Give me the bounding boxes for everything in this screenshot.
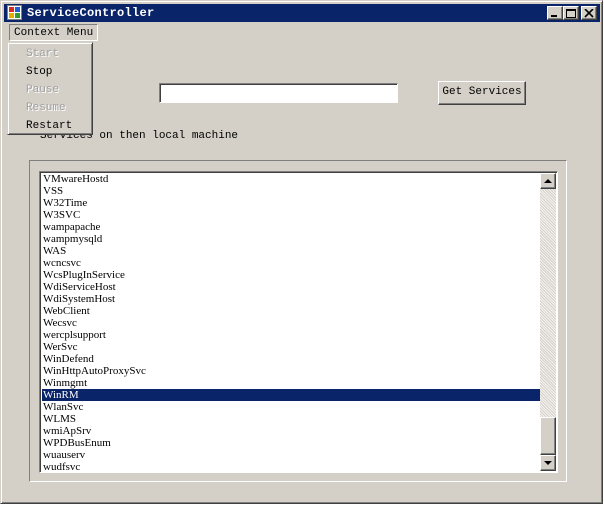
context-menu-items: Start Stop Pause Resume Restart — [8, 43, 92, 135]
list-item[interactable]: WAS — [42, 245, 540, 257]
maximize-icon — [566, 9, 576, 18]
menu-item-start: Start — [26, 48, 60, 60]
list-item[interactable]: WcsPlugInService — [42, 269, 540, 281]
list-item[interactable]: WerSvc — [42, 341, 540, 353]
list-item[interactable]: Winmgmt — [42, 377, 540, 389]
list-item[interactable]: WlanSvc — [42, 401, 540, 413]
close-icon — [584, 9, 594, 18]
list-item[interactable]: wudfsvc — [42, 461, 540, 472]
minimize-button[interactable] — [547, 6, 563, 20]
menu-context-menu[interactable]: Context Menu — [9, 24, 99, 41]
menu-item-pause: Pause — [26, 84, 60, 96]
vertical-scrollbar[interactable] — [540, 173, 556, 471]
list-item[interactable]: WinDefend — [42, 353, 540, 365]
list-item[interactable]: WPDBusEnum — [42, 437, 540, 449]
list-item[interactable]: wampapache — [42, 221, 540, 233]
menu-item-stop[interactable]: Stop — [8, 63, 92, 81]
list-item[interactable]: WinRM — [42, 389, 540, 401]
minimize-icon — [551, 15, 557, 17]
main-window: ServiceController Context Menu Get Servi… — [0, 0, 603, 504]
list-item[interactable]: Wecsvc — [42, 317, 540, 329]
list-item[interactable]: wmiApSrv — [42, 425, 540, 437]
get-services-button[interactable]: Get Services — [438, 81, 526, 105]
arrow-up-icon — [544, 179, 552, 183]
title-bar[interactable]: ServiceController — [4, 4, 600, 22]
list-item[interactable]: WebClient — [42, 305, 540, 317]
scroll-down-button[interactable] — [540, 455, 556, 471]
services-list: VMwareHostd VSS W32Time W3SVC wampapache wamp… — [42, 173, 540, 472]
list-item[interactable]: wuauserv — [42, 449, 540, 461]
context-menu-dropdown: Start Stop Pause Resume Restart — [7, 42, 93, 135]
list-item[interactable]: wcncsvc — [42, 257, 540, 269]
list-item[interactable]: WinHttpAutoProxySvc — [42, 365, 540, 377]
service-name-input[interactable] — [159, 83, 398, 103]
list-item[interactable]: W3SVC — [42, 209, 540, 221]
menu-item-resume: Resume — [26, 102, 66, 114]
list-item[interactable]: WLMS — [42, 413, 540, 425]
menu-item-restart[interactable]: Restart — [8, 117, 92, 135]
window-title: ServiceController — [27, 6, 155, 20]
app-icon[interactable] — [7, 5, 22, 20]
list-item[interactable]: WdiSystemHost — [42, 293, 540, 305]
list-item[interactable]: VMwareHostd — [42, 173, 540, 185]
list-item[interactable]: WdiServiceHost — [42, 281, 540, 293]
list-item[interactable]: W32Time — [42, 197, 540, 209]
list-item[interactable]: VSS — [42, 185, 540, 197]
close-button[interactable] — [581, 6, 597, 20]
maximize-button[interactable] — [563, 6, 579, 20]
scroll-thumb[interactable] — [540, 417, 556, 455]
services-listbox[interactable]: VMwareHostd VSS W32Time W3SVC wampapache wamp… — [39, 171, 558, 473]
list-item[interactable]: wercplsupport — [42, 329, 540, 341]
list-item[interactable]: wampmysqld — [42, 233, 540, 245]
arrow-down-icon — [544, 461, 552, 465]
scroll-up-button[interactable] — [540, 173, 556, 189]
